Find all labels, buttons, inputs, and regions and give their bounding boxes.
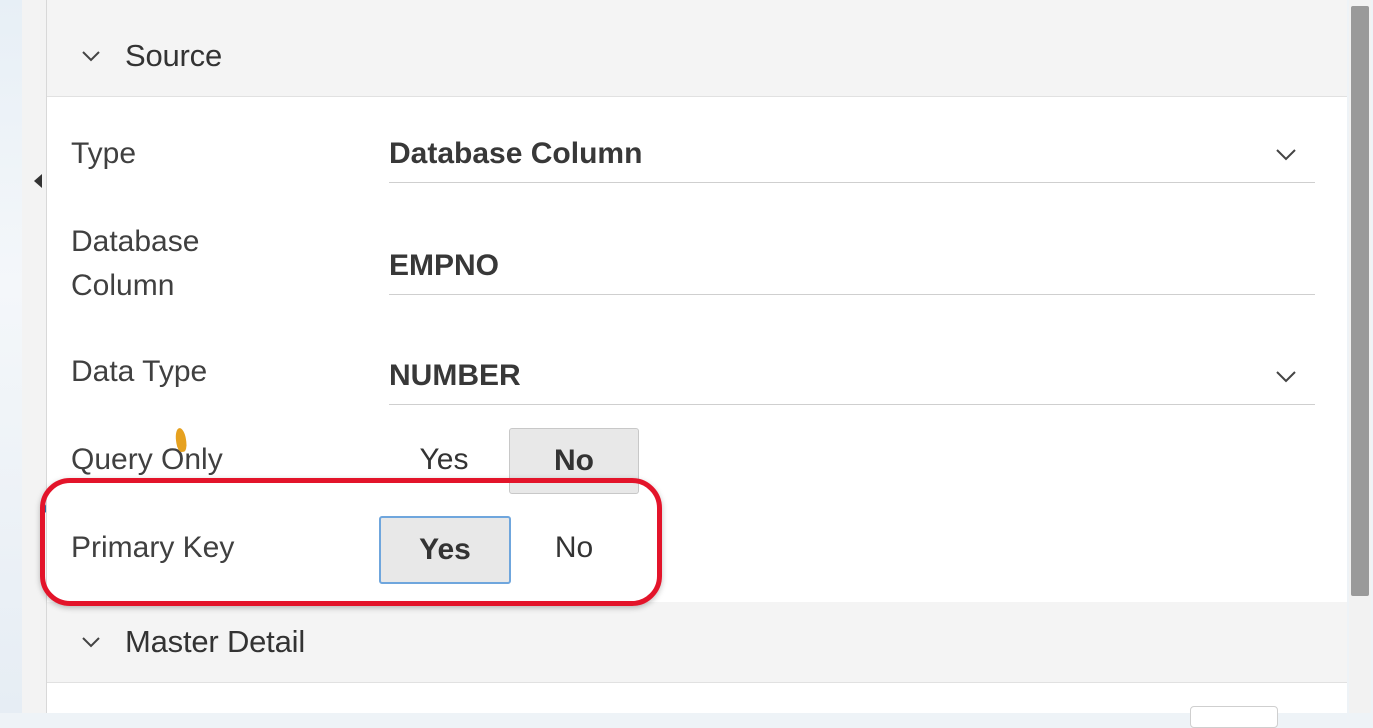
type-select[interactable]: Database Column <box>389 126 1315 183</box>
chevron-down-icon <box>1273 363 1299 389</box>
database-column-value: EMPNO <box>389 249 500 282</box>
database-column-label: Database Column <box>71 220 199 308</box>
scrollbar-thumb[interactable] <box>1351 6 1369 596</box>
database-column-label-line1: Database <box>71 225 200 258</box>
chevron-down-icon <box>81 632 101 652</box>
section-title: Source <box>125 38 223 73</box>
highlight-annotation <box>40 478 662 606</box>
panel-top-edge <box>47 0 1347 17</box>
section-header-master-detail[interactable]: Master Detail <box>47 602 1347 683</box>
data-type-label: Data Type <box>71 355 208 388</box>
query-only-label: Query Only <box>71 443 223 476</box>
left-gutter <box>22 0 47 713</box>
scrollbar[interactable] <box>1349 0 1371 713</box>
database-column-input[interactable]: EMPNO <box>389 238 1315 295</box>
property-panel: Source Type Database Column Database Col… <box>46 0 1347 713</box>
chevron-down-icon <box>1273 141 1299 167</box>
data-type-value: NUMBER <box>389 359 521 392</box>
type-label: Type <box>71 137 137 170</box>
type-value: Database Column <box>389 137 643 170</box>
section-title: Master Detail <box>125 624 306 659</box>
chevron-down-icon <box>81 46 101 66</box>
section-header-source[interactable]: Source <box>47 16 1347 97</box>
partial-control[interactable] <box>1190 706 1278 728</box>
collapse-left-icon[interactable] <box>34 174 42 188</box>
data-type-select[interactable]: NUMBER <box>389 348 1315 405</box>
database-column-label-line2: Column <box>71 269 175 302</box>
